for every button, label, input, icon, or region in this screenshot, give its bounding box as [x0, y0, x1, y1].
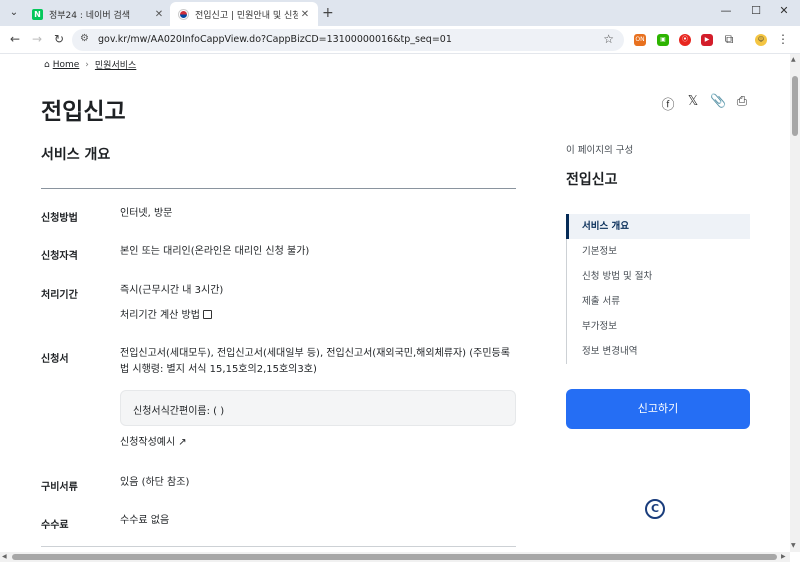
horizontal-scroll-thumb[interactable] — [12, 554, 777, 560]
forward-icon[interactable]: → — [30, 32, 44, 46]
tab-gov24[interactable]: 전입신고 | 민원안내 및 신청 | 정부24 ✕ — [170, 2, 318, 26]
toc-item-documents[interactable]: 제출 서류 — [567, 289, 750, 314]
ext-icon-1[interactable]: ON — [634, 34, 646, 46]
value-processing-time: 즉시(근무시간 내 3시간) — [120, 285, 224, 296]
profile-avatar[interactable]: ☺ — [755, 34, 767, 46]
page-content: ⌂ Home › 민원서비스 전입신고 ⓕ 𝕏 📎 ⎙ 서비스 개요 신청방법 … — [0, 54, 800, 562]
scroll-left-icon[interactable]: ◀ — [2, 553, 7, 560]
horizontal-scrollbar[interactable]: ◀ ▶ — [0, 552, 790, 562]
naver-icon: N — [32, 8, 43, 20]
chatbot-icon[interactable]: C — [645, 499, 665, 519]
x-icon[interactable]: 𝕏 — [685, 94, 701, 109]
browser-toolbar: ← → ↻ ⚙ gov.kr/mw/AA020InfoCappView.do?C… — [0, 26, 800, 54]
menu-kebab-icon[interactable]: ⋮ — [776, 32, 790, 46]
vertical-scrollbar[interactable]: ▲ ▼ — [790, 54, 800, 552]
scroll-down-icon[interactable]: ▼ — [791, 542, 796, 549]
toc-item-apply-procedure[interactable]: 신청 방법 및 절차 — [567, 264, 750, 289]
toc-item-additional-info[interactable]: 부가정보 — [567, 314, 750, 339]
external-link-icon: ↗ — [178, 437, 187, 448]
processing-time-calc-label: 처리기간 계산 방법 — [120, 310, 200, 321]
toc-label: 이 페이지의 구성 — [566, 145, 634, 156]
tab-naver-search[interactable]: N 정부24 : 네이버 검색 ✕ — [24, 2, 172, 26]
section-title: 서비스 개요 — [41, 147, 111, 163]
tab-title: 정부24 : 네이버 검색 — [49, 10, 131, 21]
close-icon[interactable]: ✕ — [298, 9, 312, 20]
home-icon: ⌂ — [44, 59, 50, 70]
form-example-label: 신청작성예시 — [120, 437, 176, 448]
tab-search-chevron-icon[interactable]: ⌄ — [6, 5, 22, 21]
bookmark-star-icon[interactable]: ☆ — [603, 32, 614, 46]
breadcrumb-home[interactable]: Home — [53, 60, 80, 70]
gov-icon — [178, 8, 189, 20]
site-info-icon[interactable]: ⚙ — [80, 33, 89, 44]
toc-item-overview[interactable]: 서비스 개요 — [566, 214, 750, 239]
toc-item-basic-info[interactable]: 기본정보 — [567, 239, 750, 264]
report-button[interactable]: 신고하기 — [566, 389, 750, 429]
scroll-up-icon[interactable]: ▲ — [791, 56, 796, 63]
page-title: 전입신고 — [41, 99, 126, 125]
maximize-icon[interactable]: ☐ — [748, 4, 764, 17]
copy-icon — [202, 310, 212, 319]
label-processing-time: 처리기간 — [41, 290, 78, 301]
ext-icon-4[interactable]: ▶ — [701, 34, 713, 46]
chevron-right-icon: › — [85, 59, 89, 70]
divider — [41, 188, 516, 189]
value-apply-method: 인터넷, 방문 — [120, 208, 173, 219]
ext-icon-2[interactable]: ▣ — [657, 34, 669, 46]
tab-strip: ⌄ N 정부24 : 네이버 검색 ✕ 전입신고 | 민원안내 및 신청 | 정… — [0, 0, 800, 26]
label-documents: 구비서류 — [41, 482, 78, 493]
label-fee: 수수료 — [41, 520, 69, 531]
value-application-form: 전입신고서(세대모두), 전입신고서(세대일부 등), 전입신고서(재외국민,해… — [120, 348, 510, 375]
vertical-scroll-thumb[interactable] — [792, 76, 798, 136]
toc-list: 서비스 개요 기본정보 신청 방법 및 절차 제출 서류 부가정보 정보 변경내… — [566, 214, 750, 364]
reload-icon[interactable]: ↻ — [52, 32, 66, 46]
close-icon[interactable]: ✕ — [152, 9, 166, 20]
back-icon[interactable]: ← — [8, 32, 22, 46]
toc-title: 전입신고 — [566, 172, 618, 188]
scroll-right-icon[interactable]: ▶ — [781, 553, 786, 560]
divider — [41, 546, 516, 547]
facebook-icon[interactable]: ⓕ — [660, 94, 676, 113]
window-close-icon[interactable]: ✕ — [776, 4, 792, 17]
minimize-icon[interactable]: — — [718, 4, 734, 17]
extensions-puzzle-icon[interactable]: ⧉ — [722, 32, 736, 47]
form-short-name-box: 신청서식간편이름: ( ) — [120, 390, 516, 426]
label-eligibility: 신청자격 — [41, 251, 78, 262]
print-icon[interactable]: ⎙ — [734, 94, 750, 109]
address-bar[interactable]: ⚙ gov.kr/mw/AA020InfoCappView.do?CappBiz… — [72, 29, 624, 51]
form-example-link[interactable]: 신청작성예시 ↗ — [120, 435, 187, 451]
tab-title: 전입신고 | 민원안내 및 신청 | 정부24 — [195, 10, 298, 21]
value-documents: 있음 (하단 참조) — [120, 477, 190, 488]
value-fee: 수수료 없음 — [120, 515, 170, 526]
url-text: gov.kr/mw/AA020InfoCappView.do?CappBizCD… — [98, 34, 452, 45]
label-application-form: 신청서 — [41, 354, 69, 365]
label-apply-method: 신청방법 — [41, 213, 78, 224]
breadcrumb: ⌂ Home › 민원서비스 — [44, 58, 136, 72]
breadcrumb-current[interactable]: 민원서비스 — [95, 58, 136, 71]
toc-item-change-history[interactable]: 정보 변경내역 — [567, 339, 750, 364]
new-tab-button[interactable]: + — [322, 5, 334, 21]
ext-icon-3[interactable]: ⦿ — [679, 34, 691, 46]
clip-icon[interactable]: 📎 — [710, 94, 726, 109]
processing-time-calc-link[interactable]: 처리기간 계산 방법 — [120, 308, 212, 324]
value-eligibility: 본인 또는 대리인(온라인은 대리인 신청 불가) — [120, 246, 310, 257]
